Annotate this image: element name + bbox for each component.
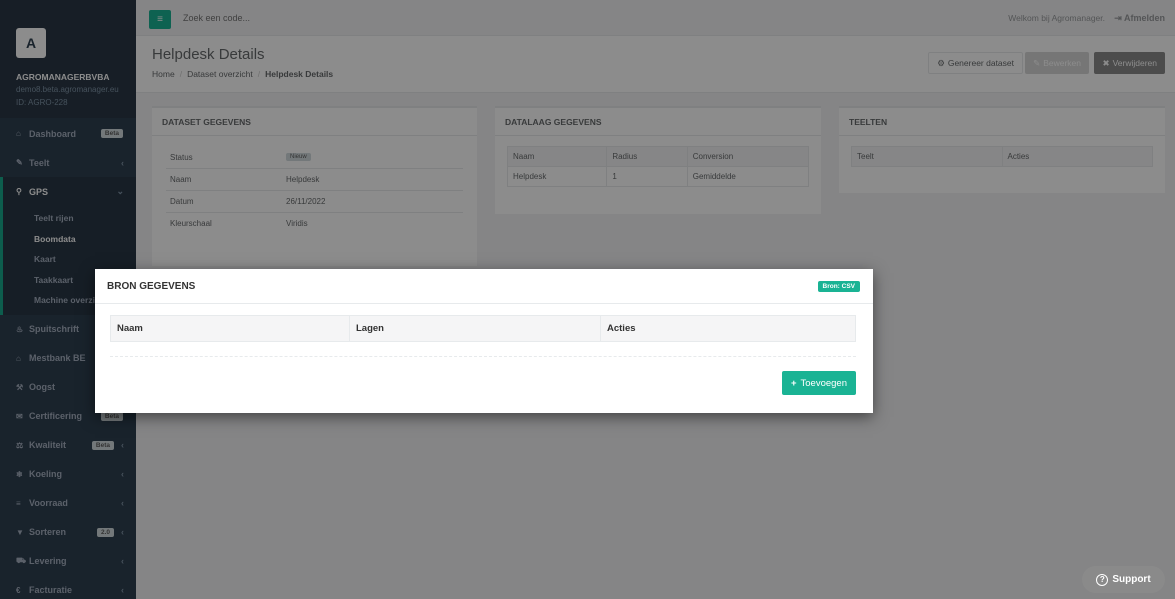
column-header: Naam	[110, 315, 350, 342]
modal-title: BRON GEGEVENS	[107, 281, 196, 292]
table-header-row: Naam Lagen Acties	[110, 315, 856, 342]
plus-icon: +	[790, 377, 797, 389]
question-icon: ?	[1096, 573, 1109, 586]
support-button[interactable]: ? Support	[1082, 566, 1165, 593]
add-button[interactable]: + Toevoegen	[781, 371, 856, 395]
modal-header: BRON GEGEVENS Bron: CSV	[95, 269, 873, 304]
column-header: Acties	[600, 315, 856, 342]
column-header: Lagen	[349, 315, 601, 342]
add-button-label: Toevoegen	[800, 377, 847, 389]
divider	[110, 356, 856, 357]
bron-modal: BRON GEGEVENS Bron: CSV Naam Lagen Actie…	[95, 269, 873, 413]
bron-table: Naam Lagen Acties	[110, 315, 856, 342]
support-label: Support	[1112, 574, 1151, 585]
source-badge: Bron: CSV	[817, 281, 860, 292]
